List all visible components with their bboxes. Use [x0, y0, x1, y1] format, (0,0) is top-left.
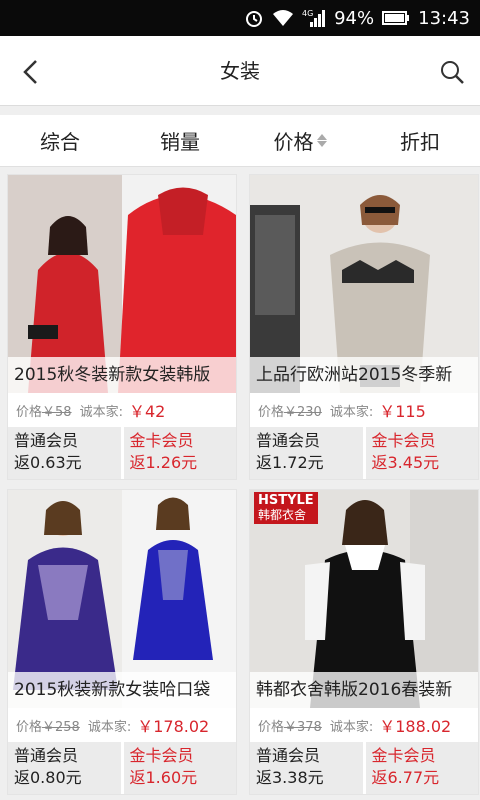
gold-member-rebate: 金卡会员 返3.45元 — [365, 427, 478, 479]
sort-bar: 综合 销量 价格 折扣 — [0, 115, 480, 167]
product-image[interactable]: 上品行欧洲站2015冬季新 — [250, 175, 478, 393]
member-rebate-row: 普通会员 返0.63元 金卡会员 返1.26元 — [8, 427, 236, 479]
gold-member-rebate: 金卡会员 返6.77元 — [365, 742, 478, 794]
current-price: ￥178.02 — [137, 717, 210, 736]
current-price: ￥42 — [128, 402, 166, 421]
chevron-left-icon — [23, 60, 37, 84]
member-rebate-row: 普通会员 返0.80元 金卡会员 返1.60元 — [8, 742, 236, 794]
normal-member-rebate: 普通会员 返1.72元 — [250, 427, 363, 479]
price-row: 价格￥230 诚本家: ￥115 — [250, 393, 478, 427]
current-price: ￥188.02 — [379, 717, 452, 736]
product-title: 上品行欧洲站2015冬季新 — [250, 357, 478, 393]
product-title: 2015秋装新款女装哈口袋 — [8, 672, 236, 708]
sort-tab-price[interactable]: 价格 — [240, 115, 360, 166]
member-rebate-row: 普通会员 返1.72元 金卡会员 返3.45元 — [250, 427, 478, 479]
normal-member-rebate: 普通会员 返3.38元 — [250, 742, 363, 794]
product-card[interactable]: 2015秋装新款女装哈口袋 价格￥258 诚本家: ￥178.02 普通会员 返… — [7, 489, 237, 795]
product-card[interactable]: HSTYLE 韩都衣舍 韩都衣舍韩版2016春装新 价格￥378 诚本家: ￥1… — [249, 489, 479, 795]
search-icon — [441, 61, 464, 84]
clock: 13:43 — [418, 7, 470, 29]
original-price: 价格￥58 — [16, 404, 72, 420]
product-title: 韩都衣舍韩版2016春装新 — [250, 672, 478, 708]
svg-text:4G: 4G — [302, 9, 313, 18]
product-image[interactable]: 2015秋冬装新款女装韩版 — [8, 175, 236, 393]
normal-member-rebate: 普通会员 返0.80元 — [8, 742, 121, 794]
battery-percent: 94% — [334, 7, 375, 29]
sort-arrows-icon — [316, 134, 327, 147]
original-price: 价格￥258 — [16, 719, 80, 735]
current-price: ￥115 — [379, 402, 426, 421]
gold-member-rebate: 金卡会员 返1.60元 — [123, 742, 236, 794]
app-header: 女装 — [0, 36, 480, 106]
cost-label: 诚本家: — [329, 404, 374, 420]
cost-label: 诚本家: — [79, 404, 123, 420]
price-row: 价格￥378 诚本家: ￥188.02 — [250, 708, 478, 742]
product-title: 2015秋冬装新款女装韩版 — [8, 357, 236, 393]
wifi-icon — [272, 9, 294, 27]
brand-badge: HSTYLE 韩都衣舍 — [254, 492, 318, 524]
alarm-icon — [244, 8, 264, 28]
battery-icon — [382, 10, 410, 26]
product-card[interactable]: 2015秋冬装新款女装韩版 价格￥58 诚本家: ￥42 普通会员 返0.63元… — [7, 174, 237, 480]
normal-member-rebate: 普通会员 返0.63元 — [8, 427, 121, 479]
original-price: 价格￥230 — [258, 404, 322, 420]
product-card[interactable]: 上品行欧洲站2015冬季新 价格￥230 诚本家: ￥115 普通会员 返1.7… — [249, 174, 479, 480]
original-price: 价格￥378 — [258, 719, 322, 735]
member-rebate-row: 普通会员 返3.38元 金卡会员 返6.77元 — [250, 742, 478, 794]
page-title: 女装 — [220, 59, 260, 83]
signal-icon: 4G — [302, 8, 326, 28]
product-image[interactable]: HSTYLE 韩都衣舍 韩都衣舍韩版2016春装新 — [250, 490, 478, 708]
cost-label: 诚本家: — [87, 719, 132, 735]
sort-tab-comprehensive[interactable]: 综合 — [0, 115, 120, 166]
product-image[interactable]: 2015秋装新款女装哈口袋 — [8, 490, 236, 708]
status-bar: 4G 94% 13:43 — [0, 0, 480, 36]
search-button[interactable] — [436, 56, 468, 88]
back-button[interactable] — [14, 56, 46, 88]
cost-label: 诚本家: — [329, 719, 374, 735]
sort-tab-discount[interactable]: 折扣 — [360, 115, 480, 166]
price-row: 价格￥58 诚本家: ￥42 — [8, 393, 236, 427]
price-row: 价格￥258 诚本家: ￥178.02 — [8, 708, 236, 742]
gold-member-rebate: 金卡会员 返1.26元 — [123, 427, 236, 479]
sort-tab-sales[interactable]: 销量 — [120, 115, 240, 166]
